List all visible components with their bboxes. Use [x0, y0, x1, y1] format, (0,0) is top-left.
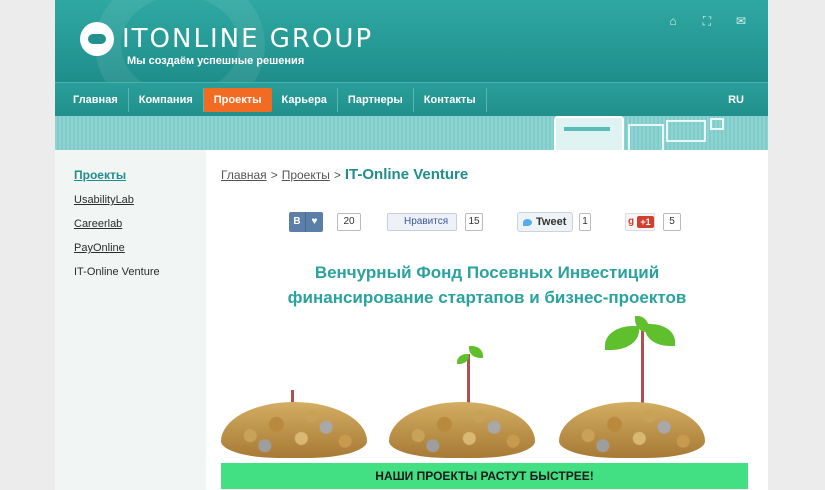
cta-banner[interactable]: НАШИ ПРОЕКТЫ РАСТУТ БЫСТРЕЕ! [221, 463, 748, 489]
google-plus-button[interactable]: g +1 [625, 213, 655, 231]
headline-line-1: Венчурный Фонд Посевных Инвестиций [314, 263, 660, 282]
heart-icon: ♥ [305, 212, 323, 232]
coin-pile-large-sprout [559, 316, 705, 458]
headline-line-2: финансирование стартапов и бизнес-проект… [287, 288, 687, 307]
facebook-like-button[interactable]: Нравится [387, 213, 457, 231]
main-content: Главная > Проекты > IT-Online Venture В ♥ 20… [221, 150, 753, 490]
nav-item-partners[interactable]: Партнеры [338, 87, 414, 112]
sitemap-icon[interactable]: ⛶ [700, 14, 714, 29]
banner-strip [55, 116, 768, 150]
breadcrumb-projects[interactable]: Проекты [282, 168, 330, 182]
tagline: Мы создаём успешные решения [127, 55, 305, 67]
tweet-button[interactable]: Tweet [517, 212, 573, 232]
sidebar-item-venture: IT-Online Venture [74, 266, 160, 278]
header: ITONLINE GROUP Мы создаём успешные решен… [55, 0, 768, 82]
vk-count: 20 [337, 213, 361, 231]
nav-item-company[interactable]: Компания [129, 87, 204, 112]
banner-illustration [554, 116, 724, 150]
main-nav: Главная Компания Проекты Карьера Партнер… [55, 82, 768, 116]
vk-icon: В [289, 212, 305, 232]
logo[interactable]: ITONLINE GROUP [80, 22, 373, 56]
tweet-count: 1 [579, 213, 591, 231]
page: ITONLINE GROUP Мы создаём успешные решен… [55, 0, 768, 490]
nav-item-contacts[interactable]: Контакты [414, 87, 487, 112]
sidebar-item-payonline[interactable]: PayOnline [74, 242, 206, 254]
headline: Венчурный Фонд Посевных Инвестиций финан… [221, 260, 753, 310]
language-switch[interactable]: RU [728, 94, 744, 106]
sidebar: Проекты UsabilityLab Careerlab PayOnline… [55, 150, 206, 490]
vk-like-button[interactable]: В ♥ [289, 212, 323, 232]
breadcrumb-home[interactable]: Главная [221, 168, 267, 182]
sidebar-item-careerlab[interactable]: Careerlab [74, 218, 206, 230]
logo-text: ITONLINE GROUP [122, 24, 374, 54]
google-plus-count: 5 [663, 213, 681, 231]
coin-pile-small-sprout [221, 390, 367, 458]
nav-item-career[interactable]: Карьера [272, 87, 338, 112]
social-buttons: В ♥ 20 Нравится 15 Tweet 1 g +1 5 [289, 212, 689, 234]
sidebar-item-usabilitylab[interactable]: UsabilityLab [74, 194, 206, 206]
facebook-count: 15 [465, 213, 483, 231]
mail-icon[interactable]: ✉ [734, 14, 748, 29]
breadcrumb-separator: > [333, 168, 341, 182]
nav-item-projects[interactable]: Проекты [203, 87, 272, 112]
coin-pile-medium-sprout [389, 346, 535, 458]
nav-item-home[interactable]: Главная [63, 87, 129, 112]
home-icon[interactable]: ⌂ [666, 14, 680, 29]
google-icon: g [628, 216, 635, 227]
page-title: IT-Online Venture [344, 166, 469, 183]
logo-mark-icon [80, 22, 114, 56]
breadcrumb-separator: > [270, 168, 278, 182]
google-plus-label: +1 [637, 216, 654, 228]
breadcrumb: Главная > Проекты > IT-Online Venture [221, 166, 753, 183]
coins-illustration [221, 316, 753, 458]
top-icons: ⌂ ⛶ ✉ [666, 14, 748, 29]
sidebar-title[interactable]: Проекты [74, 168, 206, 182]
